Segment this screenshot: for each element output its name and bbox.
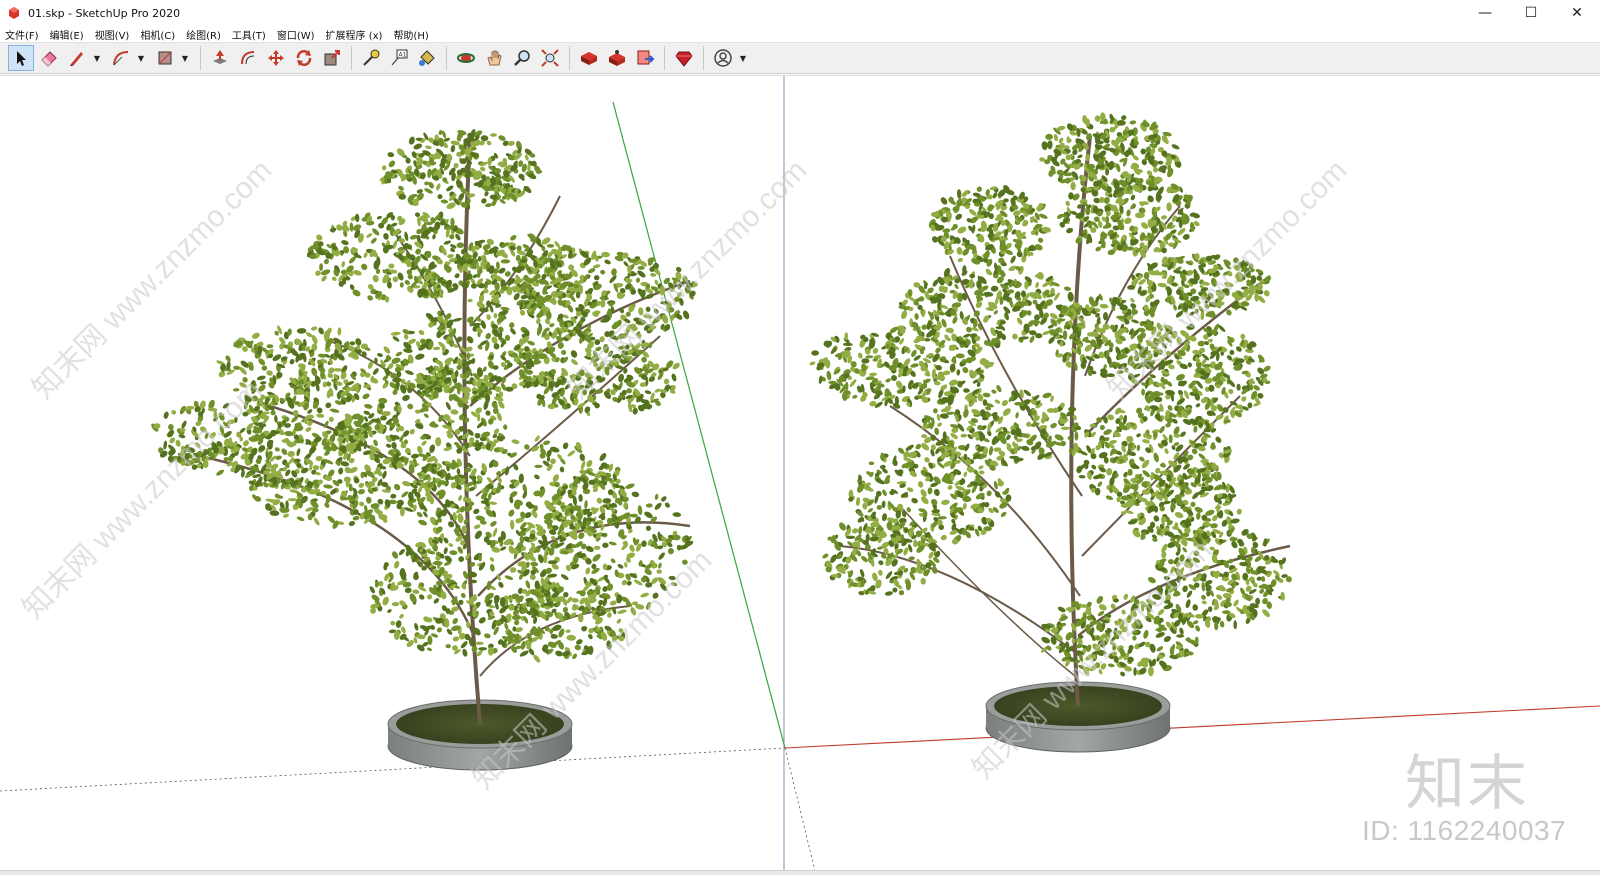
watermark-id: ID: 1162240037 bbox=[1362, 815, 1567, 846]
text-icon: A1 bbox=[391, 49, 408, 66]
menu-view[interactable]: 视图(V) bbox=[95, 27, 130, 42]
main-toolbar: ▼ ▼ ▼ A1 ▼ bbox=[0, 42, 1600, 74]
extension-warehouse-icon bbox=[609, 50, 625, 66]
zoom-extents-icon bbox=[541, 49, 559, 67]
window-controls: — ☐ ✕ bbox=[1462, 0, 1600, 26]
rectangle-tool-dropdown[interactable]: ▼ bbox=[180, 45, 190, 71]
zoom-tool-button[interactable] bbox=[509, 45, 535, 71]
toolbar-separator bbox=[664, 46, 665, 70]
user-account-icon bbox=[714, 49, 732, 67]
orbit-icon bbox=[457, 53, 475, 63]
arc-tool-dropdown[interactable]: ▼ bbox=[136, 45, 146, 71]
window-title: 01.skp - SketchUp Pro 2020 bbox=[28, 6, 181, 20]
account-dropdown[interactable]: ▼ bbox=[738, 45, 748, 71]
move-icon bbox=[268, 50, 284, 66]
toolbar-separator bbox=[351, 46, 352, 70]
scale-tool-button[interactable] bbox=[319, 45, 345, 71]
push-pull-icon bbox=[213, 50, 227, 64]
extension-warehouse-button[interactable] bbox=[604, 45, 630, 71]
title-bar: 01.skp - SketchUp Pro 2020 — ☐ ✕ bbox=[0, 0, 1600, 26]
offset-icon bbox=[241, 51, 255, 65]
paint-bucket-tool-button[interactable] bbox=[414, 45, 440, 71]
extension-manager-button[interactable] bbox=[671, 45, 697, 71]
menu-window[interactable]: 窗口(W) bbox=[277, 27, 315, 42]
tape-measure-tool-button[interactable] bbox=[358, 45, 384, 71]
dotted-axis-line bbox=[784, 747, 816, 870]
minimize-button[interactable]: — bbox=[1462, 0, 1508, 26]
pan-tool-button[interactable] bbox=[481, 45, 507, 71]
eraser-icon bbox=[41, 51, 57, 67]
warehouse-icon bbox=[581, 52, 597, 65]
watermark-logo: 知末 bbox=[1405, 749, 1529, 819]
tape-measure-icon bbox=[363, 49, 380, 66]
pencil-icon bbox=[70, 52, 83, 66]
line-tool-dropdown[interactable]: ▼ bbox=[92, 45, 102, 71]
rotate-icon bbox=[296, 50, 312, 66]
arc-icon bbox=[113, 51, 129, 66]
menu-help[interactable]: 帮助(H) bbox=[393, 27, 428, 42]
toolbar-separator bbox=[446, 46, 447, 70]
tree-model-right bbox=[809, 112, 1292, 753]
pan-hand-icon bbox=[487, 50, 502, 66]
svg-text:A1: A1 bbox=[399, 52, 407, 59]
3d-warehouse-button[interactable] bbox=[576, 45, 602, 71]
rectangle-tool-button[interactable] bbox=[152, 45, 178, 71]
push-pull-tool-button[interactable] bbox=[207, 45, 233, 71]
scale-icon bbox=[324, 50, 340, 66]
select-arrow-icon bbox=[17, 51, 26, 66]
menu-draw[interactable]: 绘图(R) bbox=[186, 27, 221, 42]
orbit-tool-button[interactable] bbox=[453, 45, 479, 71]
menu-file[interactable]: 文件(F) bbox=[5, 27, 39, 42]
paint-bucket-icon bbox=[419, 50, 435, 66]
rotate-tool-button[interactable] bbox=[291, 45, 317, 71]
menu-extensions[interactable]: 扩展程序 (x) bbox=[326, 27, 383, 42]
move-tool-button[interactable] bbox=[263, 45, 289, 71]
rectangle-icon bbox=[158, 51, 172, 65]
model-viewport[interactable]: 知末网 www.znzmo.com 知末网 www.znzmo.com 知末网 … bbox=[0, 75, 1600, 870]
toolbar-separator bbox=[703, 46, 704, 70]
line-tool-button[interactable] bbox=[64, 45, 90, 71]
eraser-tool-button[interactable] bbox=[36, 45, 62, 71]
select-tool-button[interactable] bbox=[8, 45, 34, 71]
status-bar bbox=[0, 870, 1600, 875]
arc-tool-button[interactable] bbox=[108, 45, 134, 71]
dotted-axis-line bbox=[0, 747, 786, 792]
text-tool-button[interactable]: A1 bbox=[386, 45, 412, 71]
account-button[interactable] bbox=[710, 45, 736, 71]
menu-tools[interactable]: 工具(T) bbox=[232, 27, 266, 42]
menu-bar: 文件(F) 编辑(E) 视图(V) 相机(C) 绘图(R) 工具(T) 窗口(W… bbox=[0, 26, 1600, 42]
menu-camera[interactable]: 相机(C) bbox=[140, 27, 175, 42]
zoom-extents-tool-button[interactable] bbox=[537, 45, 563, 71]
maximize-button[interactable]: ☐ bbox=[1508, 0, 1554, 26]
zoom-icon bbox=[514, 50, 530, 66]
ruby-gem-icon bbox=[675, 51, 693, 67]
sketchup-window: 01.skp - SketchUp Pro 2020 — ☐ ✕ 文件(F) 编… bbox=[0, 0, 1600, 875]
menu-edit[interactable]: 编辑(E) bbox=[50, 27, 84, 42]
send-to-layout-button[interactable] bbox=[632, 45, 658, 71]
close-button[interactable]: ✕ bbox=[1554, 0, 1600, 26]
toolbar-separator bbox=[200, 46, 201, 70]
toolbar-separator bbox=[569, 46, 570, 70]
send-to-layout-icon bbox=[637, 50, 655, 65]
offset-tool-button[interactable] bbox=[235, 45, 261, 71]
sketchup-app-icon bbox=[9, 7, 19, 19]
